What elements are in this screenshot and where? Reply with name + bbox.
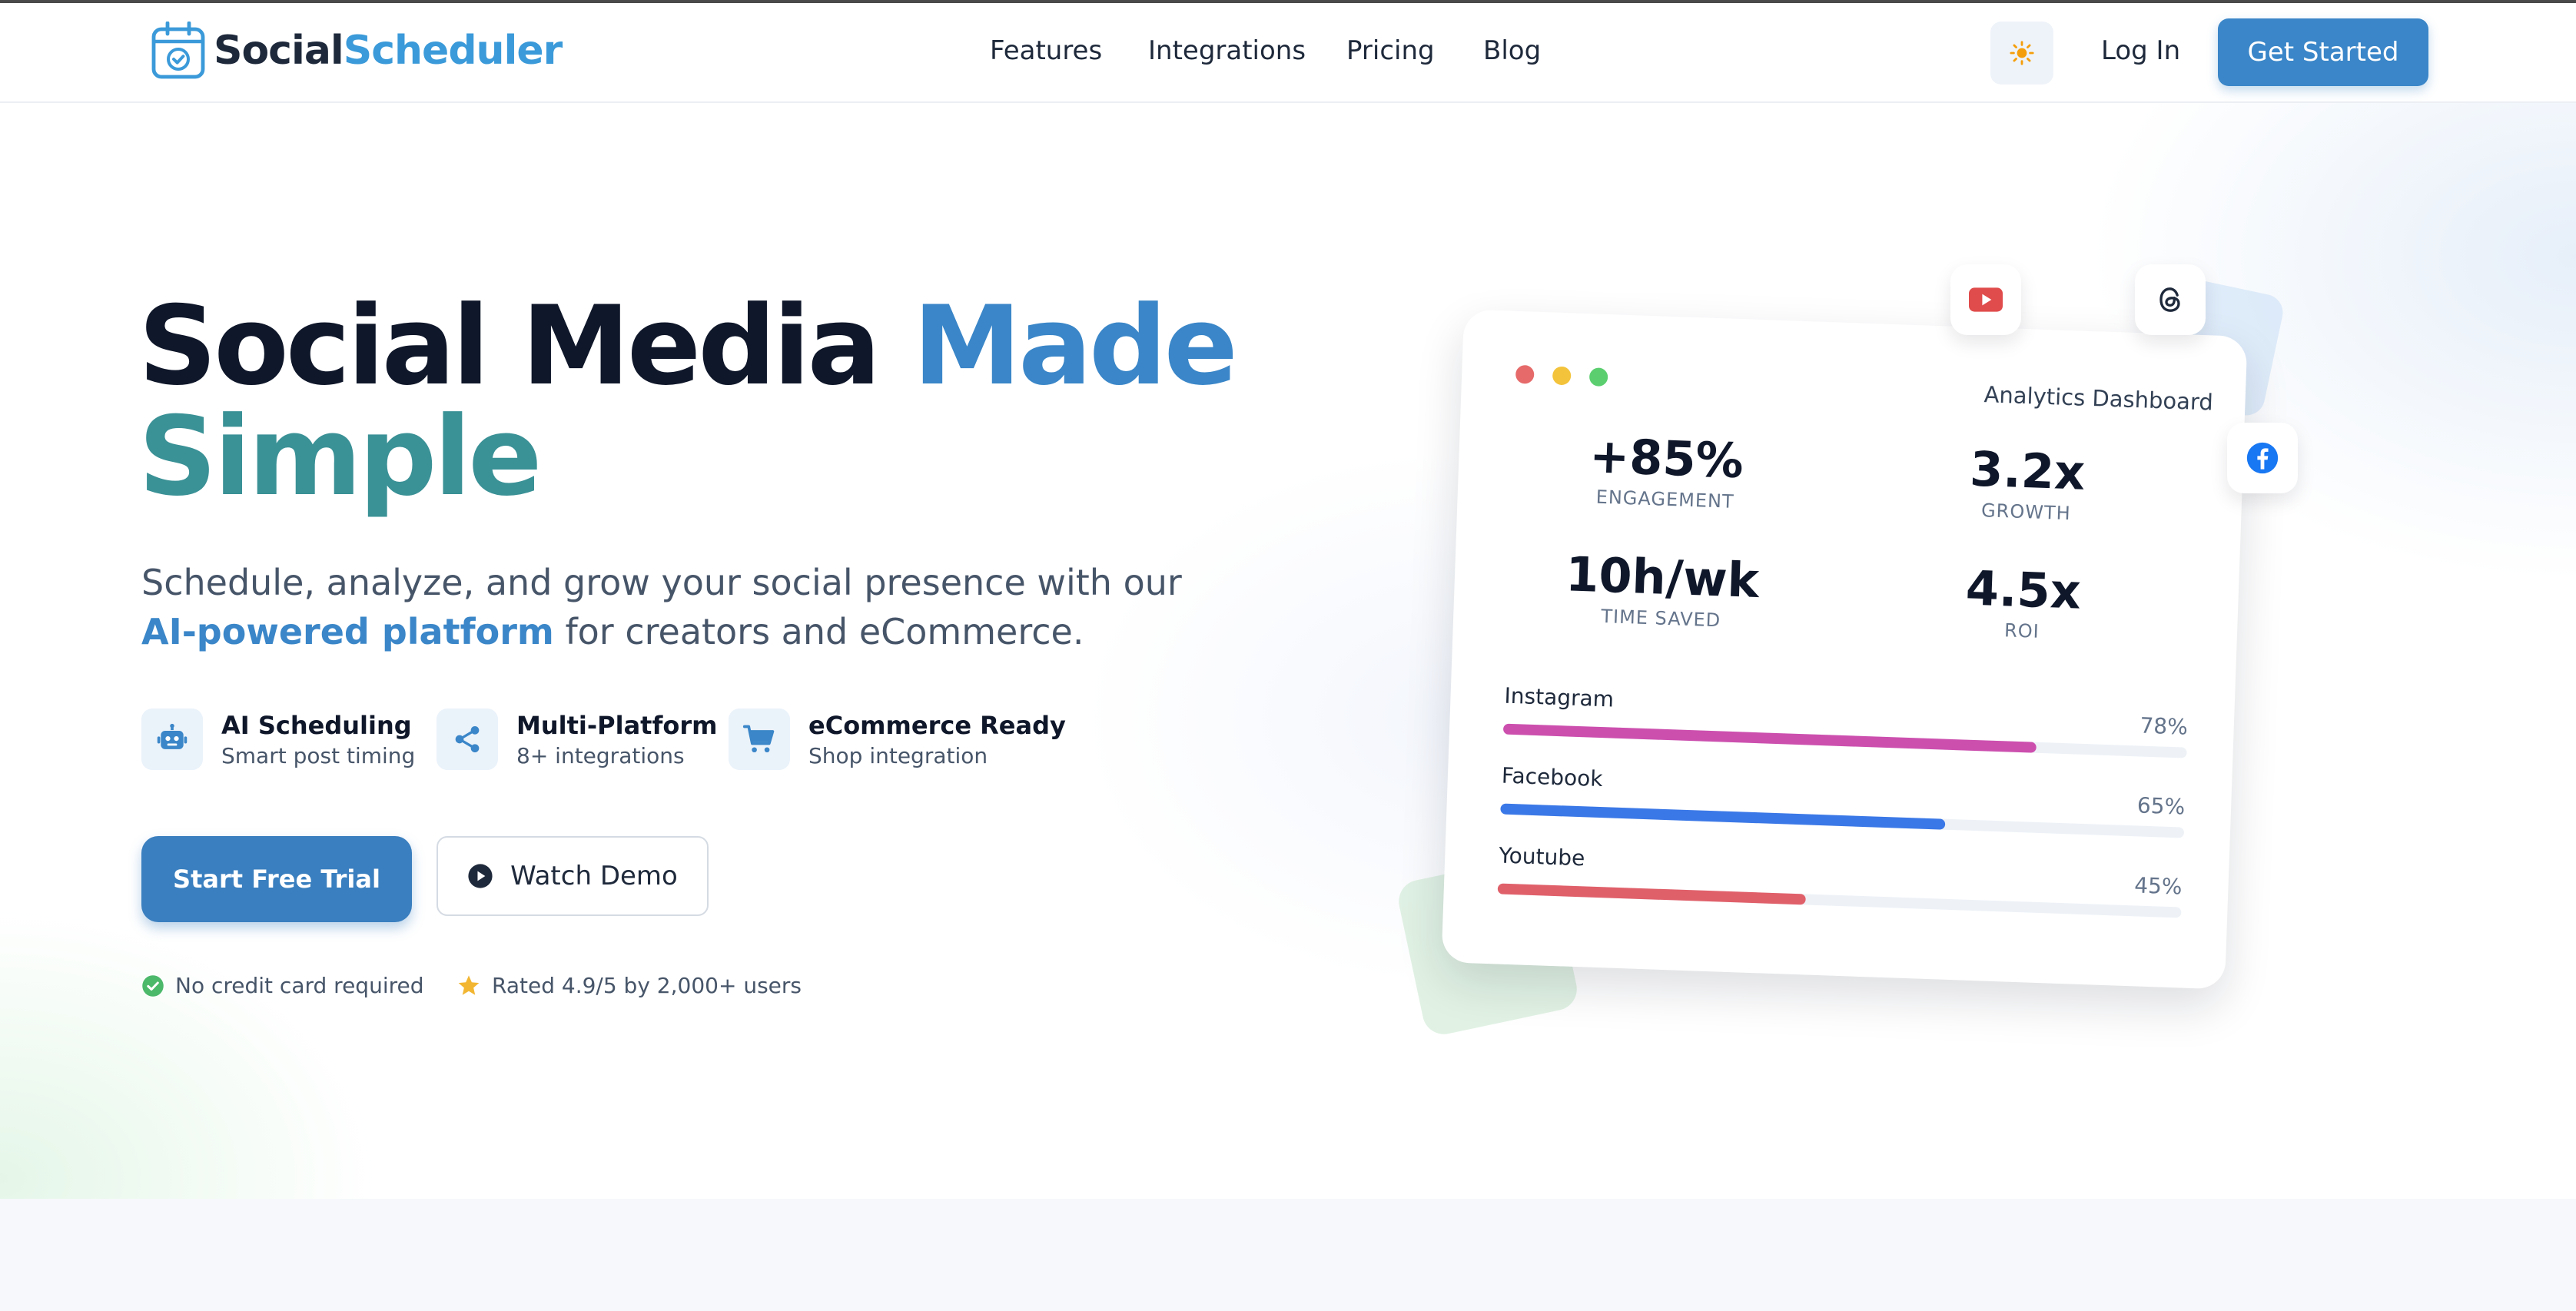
feature-title: AI Scheduling bbox=[221, 711, 412, 740]
bar-label: Facebook bbox=[1501, 762, 1604, 792]
bar-percent: 45% bbox=[2133, 872, 2183, 900]
robot-icon bbox=[157, 723, 188, 749]
feature-title: eCommerce Ready bbox=[808, 711, 1066, 740]
nav-link-blog[interactable]: Blog bbox=[1483, 35, 1541, 66]
floating-facebook-badge bbox=[2227, 423, 2298, 493]
cart-icon bbox=[742, 725, 775, 753]
hero-subtitle-text1: Schedule, analyze, and grow your social … bbox=[141, 562, 1182, 603]
feature-ecommerce-ready: eCommerce Ready Shop integration bbox=[729, 709, 1066, 772]
nav-link-pricing[interactable]: Pricing bbox=[1346, 35, 1435, 66]
bar-fill bbox=[1497, 883, 1806, 905]
window-dot-green bbox=[1588, 367, 1608, 387]
feature-icon-box bbox=[437, 709, 498, 770]
theme-toggle-button[interactable] bbox=[1990, 22, 2053, 85]
metric-value: +85% bbox=[1588, 427, 1744, 490]
metric-label: ENGAGEMENT bbox=[1595, 486, 1735, 513]
metric-label: ROI bbox=[2003, 619, 2040, 642]
watch-demo-button[interactable]: Watch Demo bbox=[437, 836, 709, 916]
nav-link-features[interactable]: Features bbox=[990, 35, 1102, 66]
facebook-icon bbox=[2246, 442, 2279, 474]
bar-label: Instagram bbox=[1504, 682, 1615, 712]
login-link[interactable]: Log In bbox=[2101, 35, 2180, 66]
metric-time-saved: 10h/wk TIME SAVED bbox=[1545, 546, 1778, 632]
metric-value: 4.5x bbox=[1964, 559, 2082, 620]
feature-ai-scheduling: AI Scheduling Smart post timing bbox=[141, 709, 415, 772]
share-icon bbox=[455, 726, 480, 752]
metric-growth: 3.2x GROWTH bbox=[1910, 440, 2143, 526]
window-dot-red bbox=[1515, 364, 1535, 384]
brand-name: SocialScheduler bbox=[214, 28, 563, 74]
feature-subtitle: 8+ integrations bbox=[516, 743, 685, 768]
navbar: SocialScheduler Features Integrations Pr… bbox=[0, 3, 2576, 103]
trust-text: No credit card required bbox=[175, 973, 424, 998]
hero-title-blue: Made bbox=[912, 283, 1238, 410]
nav-link-integrations[interactable]: Integrations bbox=[1148, 35, 1306, 66]
star-icon bbox=[458, 974, 480, 995]
check-circle-icon bbox=[142, 974, 164, 997]
feature-title: Multi-Platform bbox=[516, 711, 718, 740]
trust-no-credit-card: No credit card required bbox=[141, 973, 424, 998]
metric-value: 10h/wk bbox=[1565, 546, 1761, 609]
metric-value: 3.2x bbox=[1969, 440, 2086, 501]
feature-multi-platform: Multi-Platform 8+ integrations bbox=[437, 709, 717, 772]
hero-subtitle: Schedule, analyze, and grow your social … bbox=[141, 558, 1182, 656]
calendar-check-icon bbox=[151, 22, 205, 79]
metric-engagement: +85% ENGAGEMENT bbox=[1549, 427, 1782, 514]
get-started-button[interactable]: Get Started bbox=[2218, 18, 2428, 86]
analytics-dashboard-card: Analytics Dashboard +85% ENGAGEMENT 3.2x… bbox=[1441, 309, 2248, 990]
window-dot-yellow bbox=[1552, 366, 1572, 386]
brand-name-part1: Social bbox=[214, 28, 344, 74]
bar-fill bbox=[1500, 803, 1945, 830]
start-free-trial-button[interactable]: Start Free Trial bbox=[141, 836, 412, 922]
hero-subtitle-highlight: AI-powered platform bbox=[141, 611, 554, 652]
hero-subtitle-text2: for creators and eCommerce. bbox=[565, 611, 1084, 652]
brand-logo[interactable]: SocialScheduler bbox=[151, 22, 563, 80]
trust-rating: Rated 4.9/5 by 2,000+ users bbox=[456, 973, 802, 998]
bar-label: Youtube bbox=[1498, 842, 1585, 871]
floating-threads-badge bbox=[2135, 264, 2206, 335]
play-circle-icon bbox=[468, 864, 493, 888]
platform-bar-facebook: Facebook 65% bbox=[1500, 763, 2186, 838]
sun-icon bbox=[2010, 41, 2034, 65]
dashboard-title: Analytics Dashboard bbox=[1983, 381, 2214, 416]
threads-icon bbox=[2159, 287, 2180, 312]
platform-bar-instagram: Instagram 78% bbox=[1502, 682, 2189, 758]
feature-subtitle: Smart post timing bbox=[221, 743, 416, 768]
bar-percent: 65% bbox=[2136, 792, 2186, 820]
bar-fill bbox=[1502, 723, 2037, 753]
feature-icon-box bbox=[729, 709, 790, 770]
bar-track bbox=[1497, 883, 2182, 918]
bar-track bbox=[1502, 723, 2187, 758]
youtube-icon bbox=[1969, 287, 2003, 312]
platform-bar-youtube: Youtube 45% bbox=[1497, 842, 2183, 918]
hero-title-dark: Social Media bbox=[138, 283, 881, 410]
hero-title-line2: Simple bbox=[138, 393, 543, 520]
watch-demo-label: Watch Demo bbox=[510, 861, 678, 891]
bar-percent: 78% bbox=[2139, 712, 2189, 740]
trust-text: Rated 4.9/5 by 2,000+ users bbox=[492, 973, 802, 998]
metric-roi: 4.5x ROI bbox=[1907, 559, 2139, 646]
floating-youtube-badge bbox=[1950, 264, 2021, 335]
next-section-band bbox=[0, 1199, 2576, 1311]
feature-icon-box bbox=[141, 709, 203, 770]
bar-track bbox=[1500, 803, 2185, 838]
feature-subtitle: Shop integration bbox=[808, 743, 988, 768]
metric-label: GROWTH bbox=[1980, 500, 2072, 525]
hero-title: Social Media Made bbox=[138, 292, 1238, 401]
brand-name-part2: Scheduler bbox=[343, 28, 563, 74]
